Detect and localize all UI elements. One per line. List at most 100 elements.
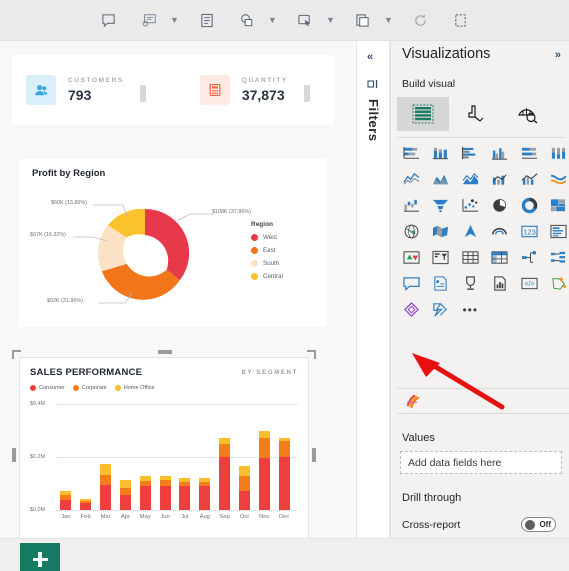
more-options-icon[interactable]: ••• <box>456 297 485 322</box>
x-axis-tick: May <box>139 514 151 520</box>
refresh-icon[interactable] <box>404 5 438 35</box>
bar-column[interactable] <box>60 491 72 510</box>
visual-type-gallery[interactable]: 123 </> ••• <box>397 141 569 322</box>
collapse-filters-icon[interactable]: « <box>367 51 373 63</box>
button-icon[interactable] <box>288 5 322 35</box>
slicer-icon[interactable] <box>427 245 456 270</box>
waterfall-chart-icon[interactable] <box>397 193 426 218</box>
bar-column[interactable] <box>238 466 250 510</box>
decomposition-tree-icon[interactable] <box>515 245 544 270</box>
values-dropzone[interactable]: Add data fields here <box>400 451 562 474</box>
filled-map-icon[interactable] <box>427 219 456 244</box>
legend-item[interactable]: Home Office <box>114 385 155 391</box>
treemap-icon[interactable] <box>545 193 569 218</box>
legend-item[interactable]: West <box>251 234 283 241</box>
bar-column[interactable] <box>199 477 211 510</box>
pane-title: Visualizations <box>402 46 491 62</box>
duplicate-page-icon[interactable] <box>444 5 478 35</box>
custom-visual-row[interactable] <box>397 388 569 414</box>
chevron-down-icon[interactable]: ▼ <box>380 5 398 35</box>
bar-column[interactable] <box>258 431 270 510</box>
kpi-card-strip[interactable]: CUSTOMERS 793 QUANTITY 37,873 <box>12 55 334 125</box>
chevron-down-icon[interactable]: ▼ <box>166 5 184 35</box>
tab-fields[interactable] <box>397 97 449 131</box>
donut-chart-icon[interactable] <box>515 193 544 218</box>
legend-item[interactable]: South <box>251 260 283 267</box>
page-icon[interactable] <box>346 5 380 35</box>
stacked-column-chart-icon[interactable] <box>427 141 456 166</box>
card-icon[interactable]: 123 <box>515 219 544 244</box>
kpi-customers[interactable]: CUSTOMERS 793 <box>26 75 146 105</box>
line-chart-icon[interactable] <box>397 167 426 192</box>
metrics-icon[interactable] <box>486 271 515 296</box>
custom-visual-icon[interactable] <box>405 393 422 415</box>
y-axis-tick: $0.0M <box>30 506 45 513</box>
text-box-icon[interactable] <box>190 5 224 35</box>
100-stacked-column-chart-icon[interactable] <box>545 141 569 166</box>
power-apps-icon[interactable] <box>397 297 426 322</box>
filters-pane-collapsed[interactable]: « Filters <box>356 41 390 538</box>
expand-pane-icon[interactable]: » <box>555 49 561 61</box>
q-and-a-icon[interactable] <box>397 271 426 296</box>
pie-chart-icon[interactable] <box>486 193 515 218</box>
legend-item[interactable]: East <box>251 247 283 254</box>
arcgis-map-icon[interactable] <box>486 219 515 244</box>
multi-row-card-icon[interactable] <box>545 219 569 244</box>
kpi-icon[interactable] <box>397 245 426 270</box>
calculator-icon <box>199 75 230 105</box>
bar-column[interactable] <box>80 498 92 510</box>
canvas-scroll-strip[interactable] <box>348 41 356 538</box>
line-clustered-column-chart-icon[interactable] <box>515 167 544 192</box>
area-chart-icon[interactable] <box>427 167 456 192</box>
legend-item[interactable]: Consumer <box>30 385 65 391</box>
line-stacked-column-chart-icon[interactable] <box>486 167 515 192</box>
filters-label[interactable]: Filters <box>366 99 381 142</box>
shapes-icon[interactable] <box>230 5 264 35</box>
add-page-button[interactable] <box>20 543 60 571</box>
scatter-chart-icon[interactable] <box>456 193 485 218</box>
chevron-down-icon[interactable]: ▼ <box>264 5 282 35</box>
key-influencers-icon[interactable] <box>545 245 569 270</box>
power-automate-icon[interactable] <box>427 297 456 322</box>
stacked-area-chart-icon[interactable] <box>456 167 485 192</box>
comment-icon[interactable] <box>92 5 126 35</box>
clustered-bar-chart-icon[interactable] <box>456 141 485 166</box>
narrative-icon[interactable] <box>456 271 485 296</box>
paginated-report-icon[interactable] <box>427 271 456 296</box>
bar-column[interactable] <box>119 479 131 510</box>
tab-analytics[interactable] <box>501 97 553 131</box>
matrix-icon[interactable] <box>486 245 515 270</box>
report-canvas[interactable]: CUSTOMERS 793 QUANTITY 37,873 Profit by … <box>0 41 356 538</box>
bar-column[interactable] <box>100 463 112 510</box>
bar-column[interactable] <box>219 438 231 510</box>
clustered-column-chart-icon[interactable] <box>486 141 515 166</box>
legend-label: Home Office <box>123 385 155 391</box>
profit-by-region-visual[interactable]: Profit by Region $108K (37.86%) $92K (31… <box>19 159 327 327</box>
chevron-down-icon[interactable]: ▼ <box>322 5 340 35</box>
pin-filters-icon[interactable] <box>367 77 379 95</box>
ribbon-chart-icon[interactable] <box>545 167 569 192</box>
tab-format[interactable] <box>449 97 501 131</box>
kpi-value: 37,873 <box>241 87 285 103</box>
kpi-quantity[interactable]: QUANTITY 37,873 <box>199 75 310 105</box>
x-axis-tick: Jun <box>160 514 170 520</box>
legend-item[interactable]: Corporate <box>72 385 107 391</box>
cross-report-toggle[interactable]: Off <box>521 517 556 532</box>
sales-performance-visual[interactable]: SALES PERFORMANCE BY SEGMENT Consumer Co… <box>19 357 309 538</box>
funnel-chart-icon[interactable] <box>427 193 456 218</box>
donut-label-west: $108K (37.86%) <box>212 209 251 215</box>
100-stacked-bar-chart-icon[interactable] <box>515 141 544 166</box>
smart-narrative-icon[interactable] <box>132 5 166 35</box>
table-icon[interactable] <box>456 245 485 270</box>
map-icon[interactable] <box>397 219 426 244</box>
bar-legend: Consumer Corporate Home Office <box>30 385 155 391</box>
stacked-bar-chart-icon[interactable] <box>397 141 426 166</box>
bar-column[interactable] <box>159 475 171 510</box>
python-visual-icon[interactable]: </> <box>515 271 544 296</box>
azure-map-icon[interactable] <box>456 219 485 244</box>
bar-column[interactable] <box>278 438 290 510</box>
bar-column[interactable] <box>139 476 151 510</box>
r-script-visual-icon[interactable] <box>545 271 569 296</box>
bar-column[interactable] <box>179 478 191 510</box>
legend-item[interactable]: Central <box>251 273 283 280</box>
